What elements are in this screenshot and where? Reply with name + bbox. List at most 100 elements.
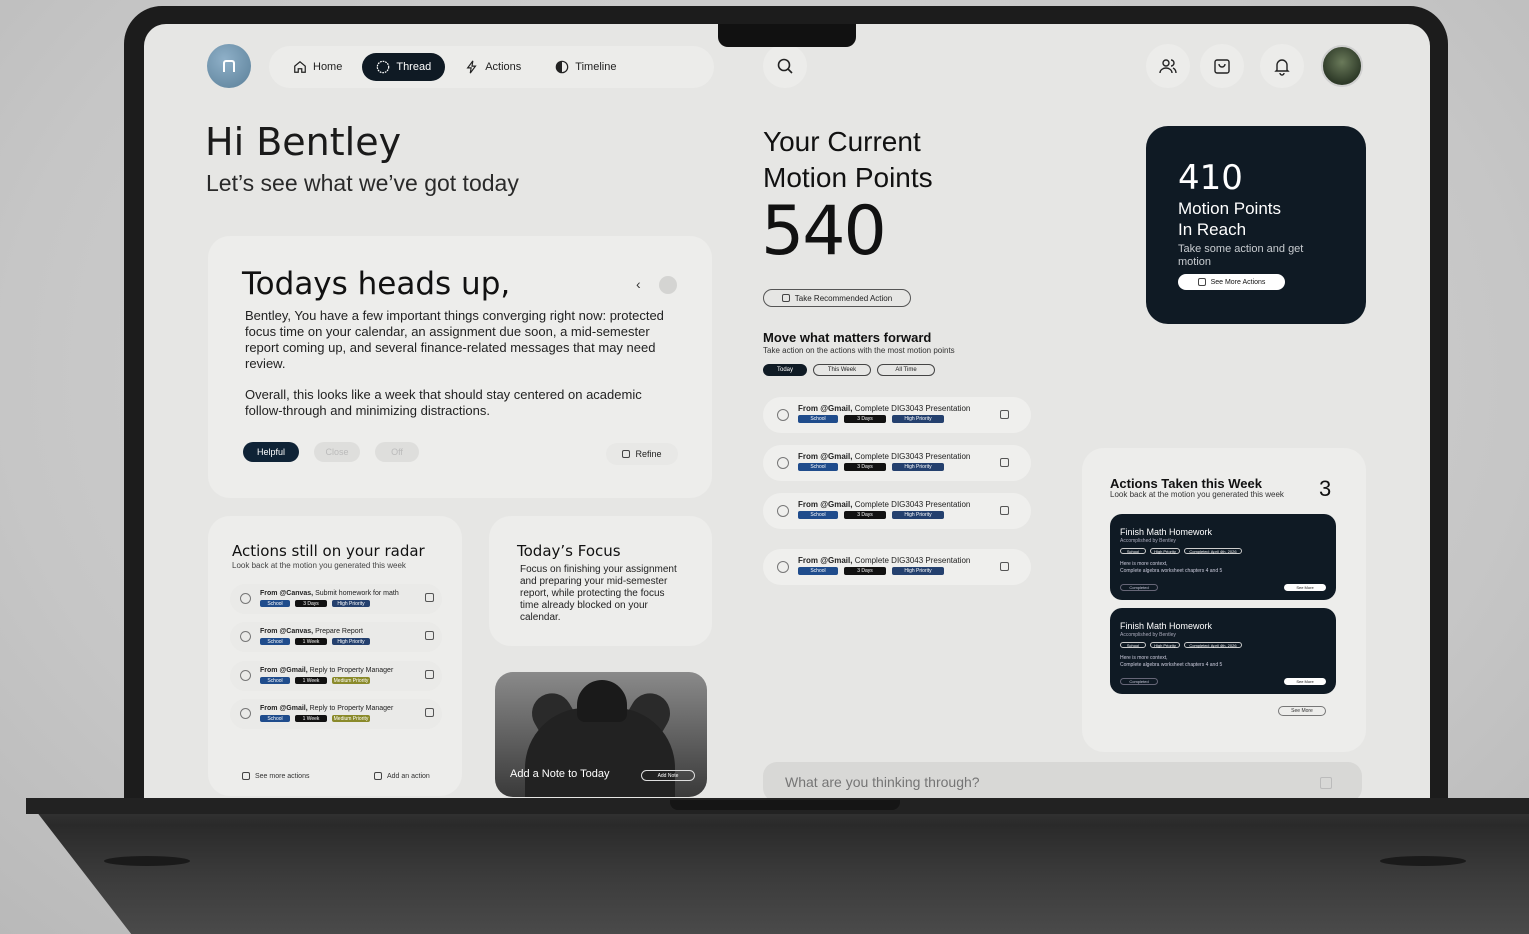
bag-button[interactable] [1200, 44, 1244, 88]
see-more-button[interactable]: See More [1284, 584, 1326, 591]
note-card[interactable]: Add a Note to Today Add Note [495, 672, 707, 797]
status-badge: Completed [1120, 678, 1158, 685]
radio-button[interactable] [777, 457, 789, 469]
radio-button[interactable] [240, 708, 251, 719]
card-title: Finish Math Homework [1120, 621, 1213, 631]
radio-button[interactable] [240, 670, 251, 681]
list-item[interactable]: From @Canvas, Submit homework for math S… [230, 584, 442, 614]
refresh-icon[interactable] [1000, 562, 1009, 571]
add-action-button[interactable]: Add an action [374, 772, 430, 780]
see-more-actions-button[interactable]: See More Actions [1178, 274, 1285, 290]
completed-action-card[interactable]: Finish Math Homework Accomplished by Ben… [1110, 608, 1336, 694]
add-note-button[interactable]: Add Note [641, 770, 695, 781]
nav-thread-label: Thread [396, 61, 432, 73]
nav-home[interactable]: Home [279, 53, 356, 81]
refresh-icon[interactable] [1000, 506, 1009, 515]
radio-button[interactable] [777, 409, 789, 421]
logo-icon [223, 60, 235, 72]
refresh-icon[interactable] [425, 631, 434, 640]
search-icon [777, 58, 793, 74]
add-action-label: Add an action [387, 772, 430, 780]
see-more-button[interactable]: See More [1284, 678, 1326, 685]
card-by: Accomplished by Bentley [1120, 538, 1176, 544]
item-task: Submit homework for math [315, 590, 399, 597]
tag: High Priority [332, 638, 370, 645]
chip: School [1120, 642, 1146, 648]
refresh-icon[interactable] [425, 670, 434, 679]
refresh-icon[interactable] [425, 593, 434, 602]
card-context-line2: Complete algebra worksheet chapters 4 an… [1120, 662, 1223, 668]
laptop-foot-right [1380, 856, 1466, 866]
people-button[interactable] [1146, 44, 1190, 88]
bolt-icon [466, 60, 477, 74]
item-source: From @Gmail, [798, 500, 853, 509]
greeting-title: Hi Bentley [205, 120, 402, 164]
refine-button[interactable]: Refine [606, 443, 678, 465]
see-more-actions-button[interactable]: See more actions [242, 772, 309, 780]
nav-actions[interactable]: Actions [451, 53, 535, 81]
app-logo[interactable] [207, 44, 251, 88]
completed-action-card[interactable]: Finish Math Homework Accomplished by Ben… [1110, 514, 1336, 600]
close-button[interactable]: Close [314, 442, 360, 462]
reach-label-line2: In Reach [1178, 220, 1247, 239]
send-icon[interactable] [1320, 777, 1332, 789]
forward-subtitle: Take action on the actions with the most… [763, 346, 955, 355]
item-source: From @Gmail, [798, 452, 853, 461]
focus-card: Today’s Focus Focus on finishing your as… [489, 516, 712, 646]
heads-up-title: Todays heads up, [242, 266, 511, 302]
tag: 3 Days [844, 511, 886, 519]
bell-icon [1274, 59, 1290, 76]
reach-description: Take some action and get motion [1178, 243, 1304, 268]
radio-button[interactable] [777, 561, 789, 573]
filter-today[interactable]: Today [763, 364, 807, 376]
filter-this-week[interactable]: This Week [813, 364, 871, 376]
refresh-icon[interactable] [425, 708, 434, 717]
tag: High Priority [892, 415, 944, 423]
list-item[interactable]: From @Canvas, Prepare Report School 1 We… [230, 622, 442, 652]
radio-button[interactable] [240, 631, 251, 642]
tag: High Priority [892, 567, 944, 575]
off-button[interactable]: Off [375, 442, 419, 462]
chevron-left-icon[interactable]: ‹ [636, 276, 641, 292]
action-row[interactable]: From @Gmail, Complete DIG3043 Presentati… [763, 549, 1031, 585]
refresh-icon[interactable] [1000, 410, 1009, 419]
half-circle-icon [555, 60, 569, 74]
user-avatar[interactable] [1321, 45, 1363, 87]
tag: High Priority [892, 463, 944, 471]
reach-value: 410 [1178, 158, 1243, 198]
action-row[interactable]: From @Gmail, Complete DIG3043 Presentati… [763, 445, 1031, 481]
radio-button[interactable] [240, 593, 251, 604]
item-source: From @Gmail, [260, 705, 308, 712]
points-title: Your Current Motion Points [763, 124, 933, 196]
card-context: Here is more context, Complete algebra w… [1120, 561, 1222, 575]
helpful-button[interactable]: Helpful [243, 442, 299, 462]
item-task: Complete DIG3043 Presentation [854, 500, 971, 509]
tag: High Priority [332, 600, 370, 607]
list-item[interactable]: From @Gmail, Reply to Property Manager S… [230, 661, 442, 691]
notifications-button[interactable] [1260, 44, 1304, 88]
see-more-actions-label: See more actions [255, 772, 310, 780]
refresh-icon [242, 772, 250, 780]
people-icon [1159, 59, 1177, 74]
tag: 1 Week [295, 715, 327, 722]
nav-thread[interactable]: Thread [362, 53, 446, 81]
card-by: Accomplished by Bentley [1120, 632, 1176, 638]
refresh-icon[interactable] [1000, 458, 1009, 467]
week-see-more-button[interactable]: See More [1278, 706, 1326, 716]
greeting-subtitle: Let’s see what we’ve got today [206, 170, 519, 196]
action-row[interactable]: From @Gmail, Complete DIG3043 Presentati… [763, 493, 1031, 529]
action-row[interactable]: From @Gmail, Complete DIG3043 Presentati… [763, 397, 1031, 433]
search-button[interactable] [763, 44, 807, 88]
home-icon [294, 60, 306, 73]
radio-button[interactable] [777, 505, 789, 517]
prompt-input[interactable] [785, 772, 1305, 792]
filter-all-time[interactable]: All Time [877, 364, 935, 376]
nav-timeline[interactable]: Timeline [541, 53, 630, 81]
heads-up-card: Todays heads up, ‹ Bentley, You have a f… [208, 236, 712, 498]
take-recommended-action-button[interactable]: Take Recommended Action [763, 289, 911, 307]
prompt-bar [763, 762, 1362, 798]
forward-title: Move what matters forward [763, 330, 932, 345]
list-item[interactable]: From @Gmail, Reply to Property Manager S… [230, 699, 442, 729]
main-nav: Home Thread Actions Timeline [269, 46, 714, 88]
next-dot-button[interactable] [659, 276, 677, 294]
